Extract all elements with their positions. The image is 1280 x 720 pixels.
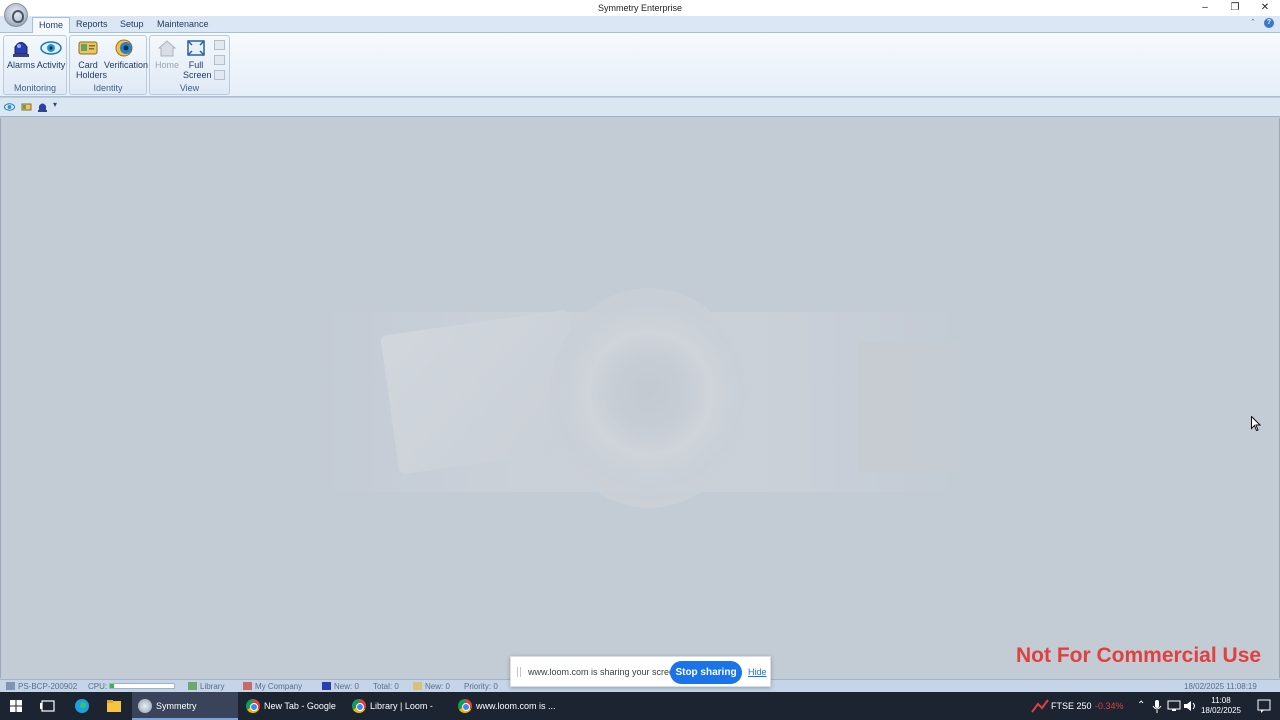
alarm-icon <box>13 42 29 57</box>
computer-icon <box>6 682 15 690</box>
alarms-new-status: New: 0 <box>322 682 359 691</box>
tab-home[interactable]: Home <box>32 17 71 34</box>
company-status[interactable]: My Company <box>243 682 302 691</box>
alarm-quick-icon[interactable] <box>37 102 48 112</box>
background-watermark-image <box>319 282 959 522</box>
main-workspace <box>0 118 1280 678</box>
window-controls: – ❐ ✕ <box>1190 0 1280 16</box>
ribbon-tabbar-controls: ˆ ? <box>1248 18 1274 28</box>
notification-center-icon[interactable] <box>1248 692 1280 720</box>
group-label-view: View <box>179 83 200 93</box>
tab-setup[interactable]: Setup <box>114 17 150 33</box>
priority-status: Priority: 0 <box>464 682 498 691</box>
list-view-icon[interactable] <box>214 55 225 65</box>
full-screen-icon <box>187 40 205 56</box>
eye-icon <box>40 41 62 55</box>
group-label-monitoring: Monitoring <box>13 83 57 93</box>
card-quick-icon[interactable] <box>21 102 32 112</box>
verification-icon <box>115 39 133 57</box>
edge-browser-icon[interactable] <box>66 692 98 720</box>
alarms-total-status: Total: 0 <box>373 682 399 691</box>
task-view-icon[interactable] <box>32 692 64 720</box>
full-screen-label: Full Screen <box>183 60 212 80</box>
card-holders-label: Card Holders <box>76 60 108 80</box>
library-status[interactable]: Library <box>188 682 224 691</box>
symmetry-app-icon <box>138 699 152 713</box>
close-button[interactable]: ✕ <box>1250 0 1280 16</box>
title-bar: Symmetry Enterprise – ❐ ✕ <box>0 0 1280 16</box>
status-datetime: 18/02/2025 11:08:19 <box>1184 682 1257 691</box>
taskbar-app-chrome-loom[interactable]: www.loom.com is ... <box>452 692 556 720</box>
cascade-view-icon[interactable] <box>214 70 225 80</box>
home-view-button[interactable]: Home <box>152 38 182 70</box>
card-holders-button[interactable]: Card Holders <box>72 38 108 80</box>
activity-quick-icon[interactable] <box>4 102 15 112</box>
company-icon <box>243 682 252 690</box>
group-identity: Card Holders Verification Identity <box>69 35 148 95</box>
clock-date: 18/02/2025 <box>1200 706 1242 715</box>
window-title: Symmetry Enterprise <box>597 3 683 13</box>
ribbon-tabbar: Home Reports Setup Maintenance ˆ ? <box>0 16 1280 34</box>
group-view: Home Full Screen View <box>149 35 230 95</box>
tab-maintenance[interactable]: Maintenance <box>151 17 215 33</box>
taskbar: Symmetry Enterprise New Tab - Google ...… <box>0 692 1280 720</box>
not-for-commercial-use-notice: Not For Commercial Use <box>1016 644 1262 667</box>
activity-button[interactable]: Activity <box>36 38 66 70</box>
minimize-ribbon-icon[interactable]: ˆ <box>1248 18 1258 28</box>
cpu-meter <box>109 683 175 689</box>
mouse-cursor-icon <box>1251 416 1261 432</box>
verification-label: Verification <box>104 60 149 70</box>
alarms-button[interactable]: Alarms <box>6 38 36 70</box>
ticker-name[interactable]: FTSE 250 <box>1051 692 1092 720</box>
customize-quick-access-icon[interactable]: ▾ <box>53 100 64 110</box>
taskbar-app-label: www.loom.com is ... <box>476 701 556 711</box>
app-logo-icon[interactable] <box>4 3 28 27</box>
taskbar-app-chrome-loom-library[interactable]: Library | Loom - Go... <box>346 692 450 720</box>
quick-access-toolbar: ▾ <box>0 98 1280 117</box>
alarms-label: Alarms <box>6 60 35 70</box>
group-label-identity: Identity <box>93 83 123 93</box>
taskbar-app-label: New Tab - Google ... <box>264 701 336 711</box>
cpu-label: CPU: <box>88 682 108 691</box>
ticker-change[interactable]: -0.34% <box>1095 692 1124 720</box>
tile-view-icon[interactable] <box>214 40 225 50</box>
taskbar-app-label: Symmetry Enterprise <box>156 701 197 711</box>
alarm-status-icon <box>322 682 331 690</box>
restore-button[interactable]: ❐ <box>1220 0 1250 16</box>
verification-button[interactable]: Verification <box>104 38 148 70</box>
home-icon <box>157 40 177 57</box>
chrome-icon <box>458 699 472 713</box>
drag-handle-icon[interactable] <box>517 667 521 677</box>
stop-sharing-button[interactable]: Stop sharing <box>670 661 742 684</box>
clock-time: 11:08 <box>1211 696 1231 705</box>
activity-label: Activity <box>36 60 66 70</box>
ribbon: Alarms Activity Monitoring Card Holders <box>0 33 1280 97</box>
chrome-icon <box>246 699 260 713</box>
card-status-icon <box>413 682 422 690</box>
windows-start-icon[interactable] <box>0 692 32 720</box>
minimize-button[interactable]: – <box>1190 0 1220 16</box>
hide-link[interactable]: Hide <box>748 667 767 677</box>
group-monitoring: Alarms Activity Monitoring <box>3 35 67 95</box>
tab-reports[interactable]: Reports <box>70 17 114 33</box>
help-icon[interactable]: ? <box>1264 18 1274 28</box>
library-icon <box>188 682 197 690</box>
computer-name: PS-BCP-200902 <box>6 682 77 691</box>
card-holders-icon <box>78 41 98 55</box>
cpu-meter-fill <box>110 684 114 688</box>
taskbar-app-symmetry[interactable]: Symmetry Enterprise <box>132 692 238 720</box>
system-clock[interactable]: 11:08 18/02/2025 <box>1198 696 1244 716</box>
sharing-message: www.loom.com is sharing your screen. <box>528 667 682 677</box>
full-screen-button[interactable]: Full Screen <box>182 38 212 80</box>
taskbar-app-chrome-newtab[interactable]: New Tab - Google ... <box>240 692 344 720</box>
file-explorer-icon[interactable] <box>98 692 130 720</box>
screen-sharing-bar: www.loom.com is sharing your screen. Sto… <box>510 656 771 687</box>
chrome-icon <box>352 699 366 713</box>
home-view-label: Home <box>154 60 179 70</box>
cards-new-status: New: 0 <box>413 682 450 691</box>
taskbar-app-label: Library | Loom - Go... <box>370 701 433 711</box>
